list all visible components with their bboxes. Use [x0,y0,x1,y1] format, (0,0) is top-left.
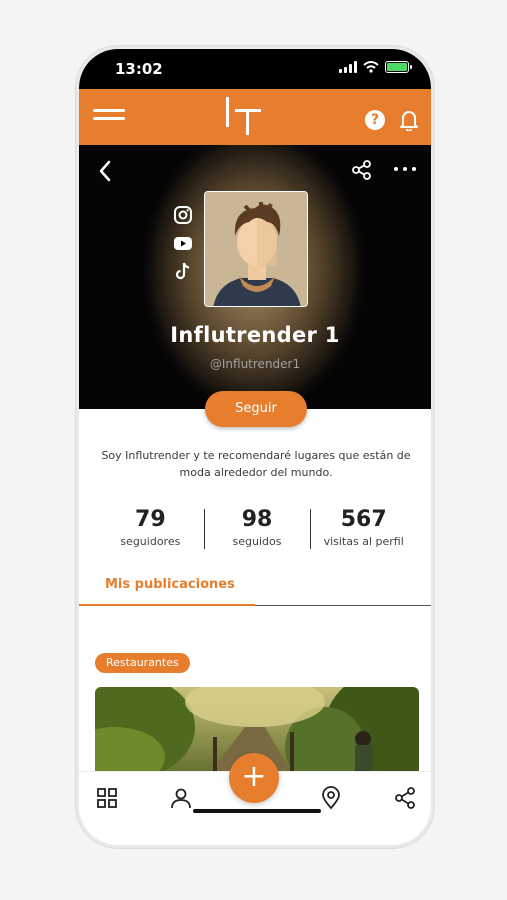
stat-value: 98 [241,507,273,532]
youtube-icon[interactable] [173,233,193,253]
profile-bio: Soy Influtrender y te recomendaré lugare… [101,449,411,479]
profile-name: Influtrender 1 [170,323,340,347]
stat-label: seguidores [120,535,181,548]
stat-value: 79 [135,507,166,532]
more-icon[interactable] [394,167,416,173]
back-icon[interactable] [97,159,113,183]
profile-hero: Influtrender 1 @Influtrender1 [79,145,431,409]
share-icon[interactable] [351,159,373,181]
menu-icon[interactable] [93,109,125,125]
phone-frame: 13:02 ? Influtrender 1 @Influtrender1 Se… [76,46,434,848]
avatar [204,191,308,307]
tiktok-icon[interactable] [173,261,193,281]
help-icon[interactable]: ? [365,110,385,130]
stat-followers[interactable]: 79 seguidores [97,507,204,553]
signal-icon [339,61,357,73]
share-icon[interactable] [393,786,417,810]
stat-value: 567 [340,507,387,532]
tab-active-indicator [79,604,255,606]
stat-following[interactable]: 98 seguidos [203,507,311,553]
user-icon[interactable] [169,786,193,810]
bell-icon[interactable] [399,109,419,131]
status-bar: 13:02 [79,49,431,89]
tab-publications[interactable]: Mis publicaciones [105,577,235,592]
category-badge[interactable]: Restaurantes [95,653,190,673]
stat-label: seguidos [232,535,282,548]
location-icon[interactable] [319,786,343,810]
wifi-icon [363,61,379,73]
stat-profile-visits: 567 visitas al perfil [310,507,417,553]
status-icons [339,61,412,73]
profile-handle: @Influtrender1 [209,357,301,371]
follow-button[interactable]: Seguir [205,391,307,427]
battery-icon [385,61,412,73]
profile-stats: 79 seguidores 98 seguidos 567 visitas al… [97,507,417,553]
grid-icon[interactable] [95,786,119,810]
home-indicator [193,809,321,813]
stat-label: visitas al perfil [323,535,404,548]
status-time: 13:02 [115,60,163,78]
instagram-icon[interactable] [173,205,193,225]
add-post-button[interactable]: + [229,753,279,803]
app-header: ? [79,89,431,145]
logo-icon [226,97,261,135]
social-links [173,205,195,289]
